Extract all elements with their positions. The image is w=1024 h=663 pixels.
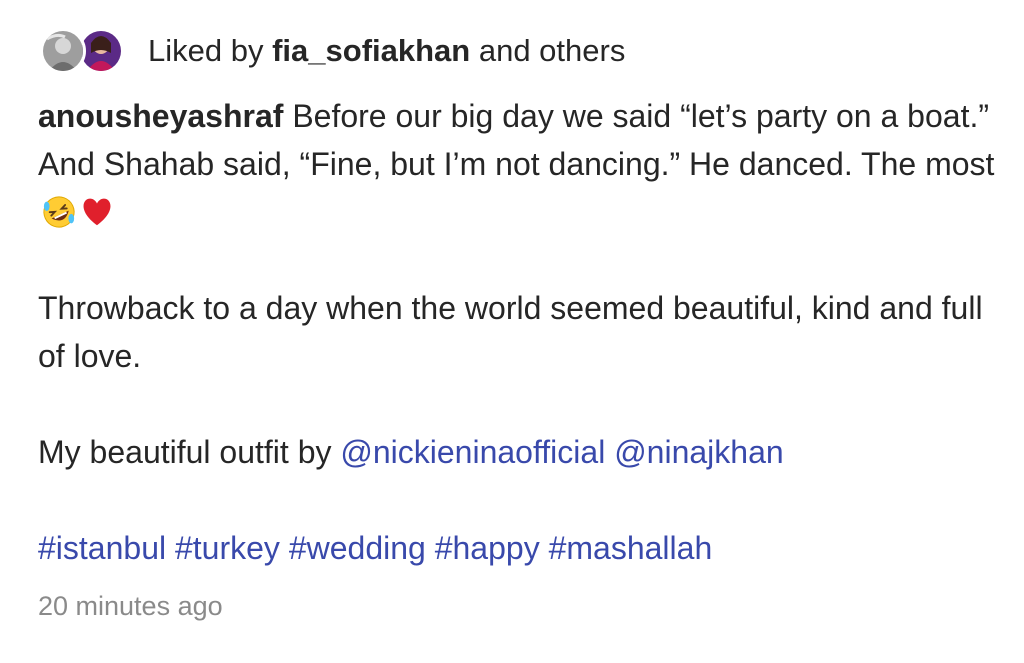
outfit-credit-text: My beautiful outfit by — [38, 434, 332, 470]
mention-link-nickieninaofficial[interactable]: @nickieninaofficial — [340, 434, 605, 470]
hashtag-wedding[interactable]: #wedding — [289, 530, 426, 566]
post-caption-section: Liked by fia_sofiakhan and others anoush… — [0, 0, 1024, 663]
mention-link-ninajkhan[interactable]: @ninajkhan — [614, 434, 783, 470]
hashtag-happy[interactable]: #happy — [435, 530, 540, 566]
caption-paragraph-2: Throwback to a day when the world seemed… — [38, 290, 983, 374]
caption-paragraph-1: anousheyashraf Before our big day we sai… — [38, 92, 998, 236]
avatar[interactable] — [40, 28, 86, 74]
post-timestamp: 20 minutes ago — [38, 591, 223, 621]
liked-by-suffix[interactable]: and others — [479, 33, 626, 68]
liked-by-text: Liked by fia_sofiakhan and others — [148, 26, 625, 76]
liker-avatars[interactable] — [40, 26, 132, 76]
hashtag-istanbul[interactable]: #istanbul — [38, 530, 166, 566]
likes-row[interactable]: Liked by fia_sofiakhan and others — [40, 26, 625, 76]
rolling-on-floor-laughing-emoji-icon — [42, 195, 76, 229]
liked-by-user-link[interactable]: fia_sofiakhan — [272, 33, 470, 68]
liked-by-prefix: Liked by — [148, 33, 264, 68]
caption-username[interactable]: anousheyashraf — [38, 98, 283, 134]
caption-hashtags: #istanbul #turkey #wedding #happy #masha… — [38, 524, 998, 572]
caption-outfit-line: My beautiful outfit by @nickieninaoffici… — [38, 428, 998, 476]
hashtag-turkey[interactable]: #turkey — [175, 530, 280, 566]
hashtag-mashallah[interactable]: #mashallah — [549, 530, 713, 566]
red-heart-emoji-icon — [80, 195, 114, 229]
caption: anousheyashraf Before our big day we sai… — [38, 92, 998, 572]
